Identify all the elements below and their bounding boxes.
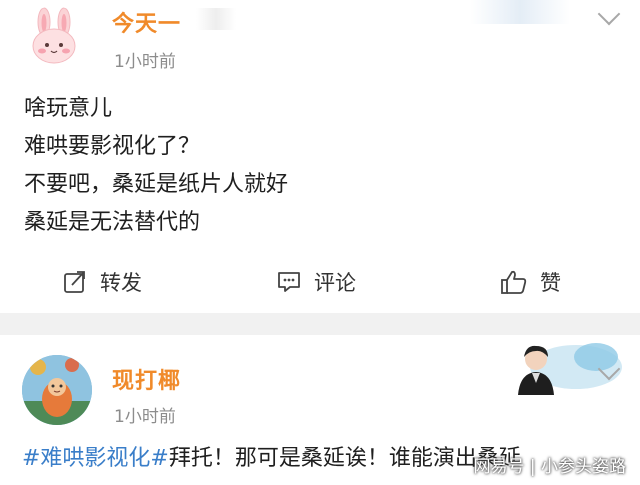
chevron-down-icon[interactable]	[597, 2, 621, 26]
post-line: 啥玩意儿	[24, 96, 113, 121]
post-line: 桑延是无法替代的	[24, 210, 201, 235]
bunny-avatar-icon	[22, 6, 86, 70]
username[interactable]: 现打椰	[112, 363, 181, 395]
action-bar: 转发 评论 赞	[0, 262, 640, 302]
post-line: 难哄要影视化了？	[24, 134, 201, 159]
comment-button[interactable]: 评论	[276, 262, 356, 302]
post-text: 拜托！那可是桑延诶！谁能演出桑延	[168, 446, 521, 471]
like-button[interactable]: 赞	[500, 262, 561, 302]
post-line: 不要吧，桑延是纸片人就好	[24, 172, 289, 197]
like-label: 赞	[540, 271, 561, 295]
watermark: 网易号 | 小参头姿路	[473, 457, 626, 477]
post-card-1: 今天一 1小时前 啥玩意儿 难哄要影视化了？ 不要吧，桑延是纸片人就好 桑延是无…	[0, 0, 640, 313]
post-body: 啥玩意儿 难哄要影视化了？ 不要吧，桑延是纸片人就好 桑延是无法替代的	[24, 90, 288, 242]
post-separator	[0, 313, 640, 335]
cartoon-avatar-icon	[22, 355, 92, 425]
post-body: #难哄影视化#拜托！那可是桑延诶！谁能演出桑延	[22, 440, 521, 472]
post-time: 1小时前	[114, 407, 176, 427]
avatar[interactable]	[22, 6, 86, 70]
blurred-text	[196, 8, 236, 30]
post-time: 1小时前	[114, 52, 176, 72]
hashtag-link[interactable]: #难哄影视化#	[22, 446, 169, 471]
repost-label: 转发	[100, 271, 142, 295]
like-icon	[501, 270, 527, 294]
post-card-2: 现打椰 1小时前 #难哄影视化#拜托！那可是桑延诶！谁能演出桑延 网易号 | 小…	[0, 335, 640, 485]
comment-icon	[278, 272, 300, 292]
username[interactable]: 今天一	[112, 6, 181, 38]
repost-icon	[64, 271, 85, 293]
comment-label: 评论	[314, 271, 356, 295]
avatar[interactable]	[22, 355, 92, 425]
repost-button[interactable]: 转发	[62, 262, 142, 302]
blur-decoration	[470, 0, 570, 24]
